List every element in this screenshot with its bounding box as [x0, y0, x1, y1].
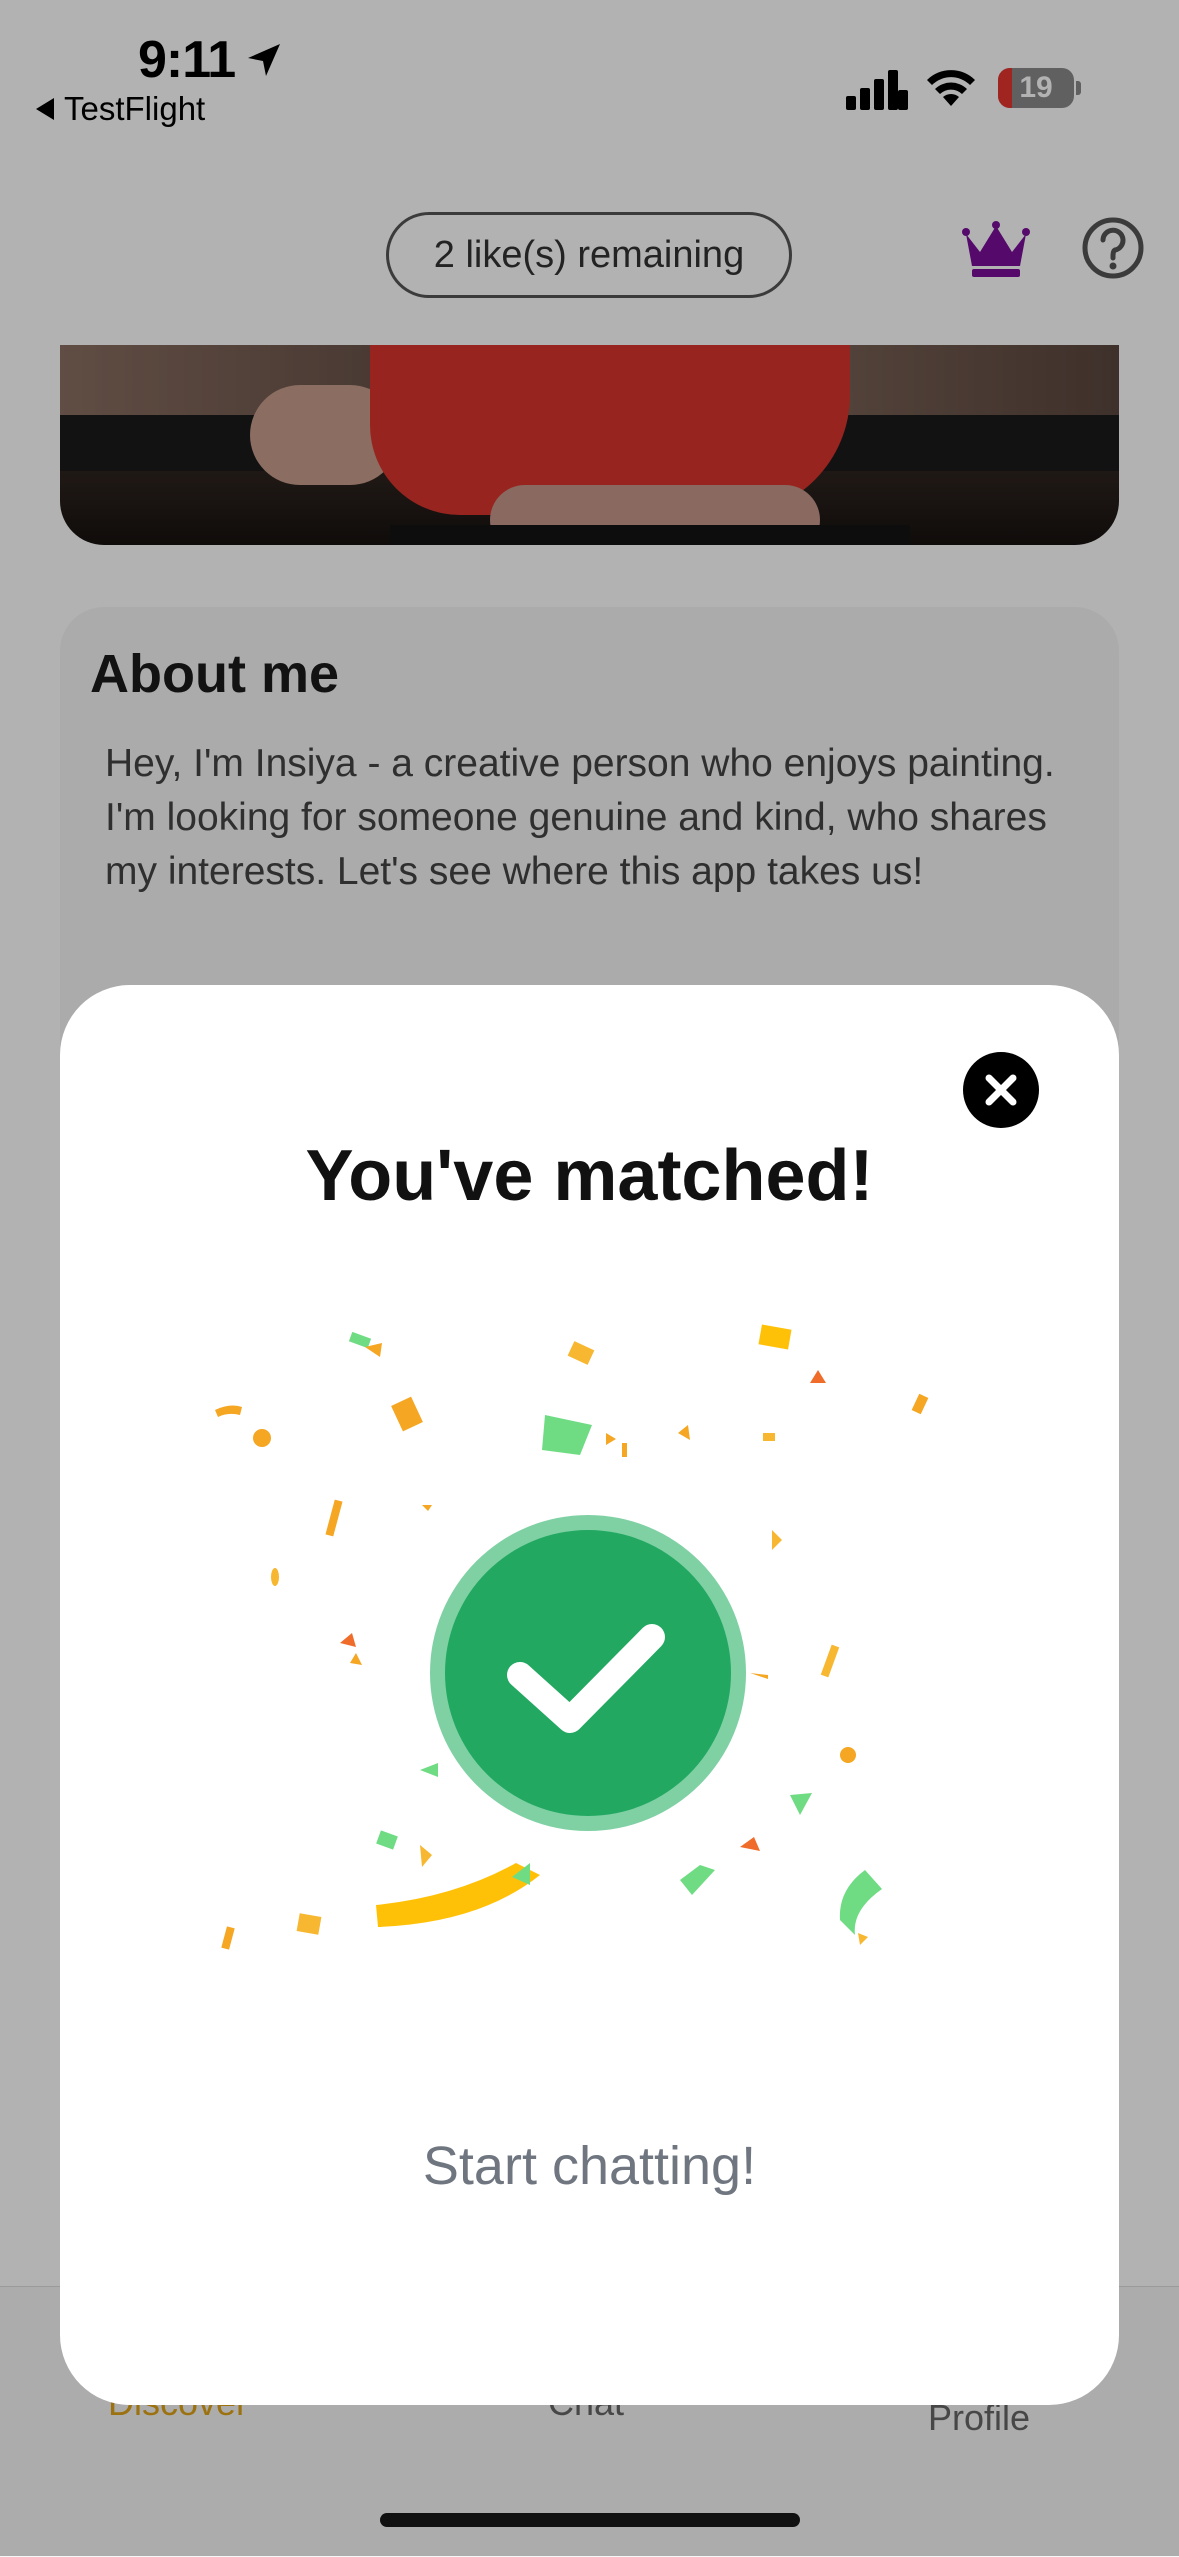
- checkmark-circle-icon: [430, 1515, 746, 1831]
- home-indicator[interactable]: [380, 2513, 800, 2527]
- match-title: You've matched!: [305, 1136, 874, 1216]
- start-chatting-button[interactable]: Start chatting!: [60, 2135, 1119, 2197]
- close-button[interactable]: [963, 1052, 1039, 1128]
- match-modal: You've matched! Start chatting!: [60, 985, 1119, 2405]
- close-icon: [985, 1074, 1017, 1106]
